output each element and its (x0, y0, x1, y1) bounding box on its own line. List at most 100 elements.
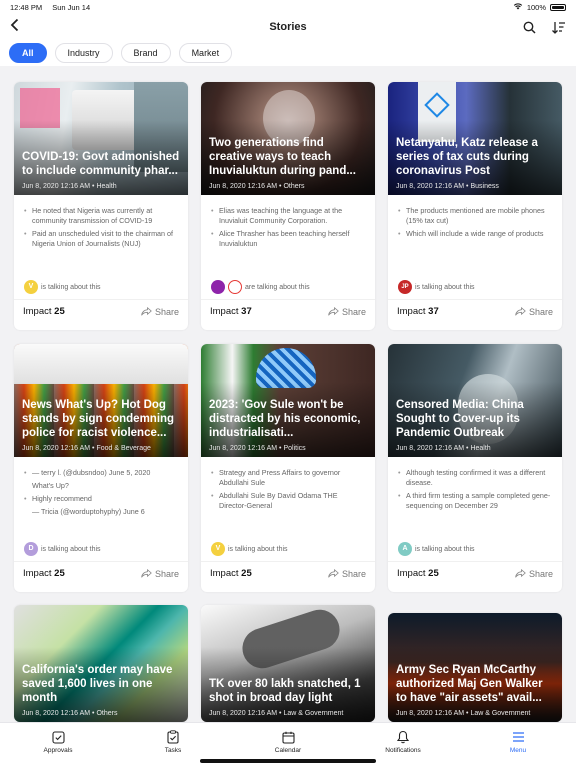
talking-row: A is talking about this (388, 537, 562, 561)
share-button[interactable]: Share (141, 569, 179, 579)
story-card[interactable]: 2023: 'Gov Sule won't be distracted by h… (201, 344, 375, 592)
tab-label: Approvals (43, 747, 73, 754)
story-headline: COVID-19: Govt admonished to include com… (22, 151, 180, 177)
story-meta: Jun 8, 2020 12:16 AM • Health (22, 183, 117, 190)
tab-notifications[interactable]: Notifications (373, 729, 433, 754)
story-bullet: What's Up? (32, 481, 69, 490)
impact-value: 25 (54, 306, 65, 317)
battery-percent: 100% (526, 2, 546, 12)
search-button[interactable] (520, 18, 538, 36)
story-bullet: He noted that Nigeria was currently at c… (24, 206, 178, 226)
impact-value: 25 (428, 568, 439, 579)
impact-label: Impact (210, 568, 239, 579)
story-meta: Jun 8, 2020 12:16 AM • Health (396, 445, 491, 452)
filter-chip-industry[interactable]: Industry (54, 43, 113, 63)
impact-label: Impact (23, 568, 52, 579)
story-headline: Censored Media: China Sought to Cover-up… (396, 399, 524, 439)
story-image: California's order may have saved 1,600 … (14, 605, 188, 722)
filter-chip-market[interactable]: Market (178, 43, 233, 63)
tab-label: Notifications (385, 747, 421, 754)
tab-menu[interactable]: Menu (488, 729, 548, 754)
approvals-icon (28, 729, 88, 745)
filter-chip-all[interactable]: All (9, 43, 47, 63)
share-label: Share (528, 306, 553, 317)
chevron-left-icon (10, 18, 19, 32)
story-headline: TK over 80 lakh snatched, 1 shot in broa… (209, 678, 361, 704)
card-footer: Impact 25 Share (388, 561, 562, 585)
impact-label: Impact (397, 568, 426, 579)
sort-button[interactable] (550, 18, 568, 36)
story-bullet: A third firm testing a sample completed … (398, 491, 552, 511)
story-headline: Two generations find creative ways to te… (209, 137, 356, 177)
bell-icon (373, 729, 433, 745)
talking-row: V is talking about this (14, 275, 188, 299)
status-right: 100% (513, 2, 566, 12)
story-card[interactable]: Two generations find creative ways to te… (201, 82, 375, 330)
story-card[interactable]: Army Sec Ryan McCarthy authorized Maj Ge… (388, 613, 562, 722)
talking-text: are talking about this (245, 283, 310, 291)
tab-tasks[interactable]: Tasks (143, 729, 203, 754)
story-headline: Army Sec Ryan McCarthy authorized Maj Ge… (396, 664, 543, 704)
talking-row: JP is talking about this (388, 275, 562, 299)
story-card[interactable]: California's order may have saved 1,600 … (14, 605, 188, 722)
story-card[interactable]: TK over 80 lakh snatched, 1 shot in broa… (201, 605, 375, 722)
impact-value: 25 (241, 568, 252, 579)
story-image: News What's Up? Hot Dog stands by sign c… (14, 344, 188, 457)
story-headline: News What's Up? Hot Dog stands by sign c… (22, 399, 175, 439)
story-meta: Jun 8, 2020 12:16 AM • Business (396, 183, 499, 190)
filter-bar: All Industry Brand Market (0, 40, 576, 66)
story-headline: Netanyahu, Katz release a series of tax … (396, 137, 538, 177)
tab-calendar[interactable]: Calendar (258, 729, 318, 754)
story-meta: Jun 8, 2020 12:16 AM • Law & Government (209, 710, 344, 717)
share-icon (515, 307, 526, 316)
share-label: Share (528, 568, 553, 579)
avatar: V (211, 542, 225, 556)
story-bullet: Strategy and Press Affairs to governor A… (211, 468, 365, 488)
story-image: Netanyahu, Katz release a series of tax … (388, 82, 562, 195)
share-button[interactable]: Share (328, 569, 366, 579)
story-bullet: Elias was teaching the language at the I… (211, 206, 365, 226)
story-bullet: Abdullahi Sule By David Odama THE Direct… (211, 491, 365, 511)
story-meta: Jun 8, 2020 12:16 AM • Politics (209, 445, 306, 452)
story-image: Army Sec Ryan McCarthy authorized Maj Ge… (388, 613, 562, 722)
story-bullet: Highly recommend (24, 494, 178, 504)
share-label: Share (341, 306, 366, 317)
story-card[interactable]: News What's Up? Hot Dog stands by sign c… (14, 344, 188, 592)
status-time: 12:48 PM (10, 2, 43, 12)
share-icon (328, 569, 339, 578)
story-image: TK over 80 lakh snatched, 1 shot in broa… (201, 605, 375, 722)
sort-icon (552, 21, 565, 34)
share-button[interactable]: Share (515, 569, 553, 579)
share-icon (328, 307, 339, 316)
nav-bar: Stories (0, 14, 576, 40)
avatar: D (24, 542, 38, 556)
impact-score: Impact 37 (210, 306, 252, 317)
story-image: Censored Media: China Sought to Cover-up… (388, 344, 562, 457)
talking-text: is talking about this (415, 545, 475, 553)
tab-label: Menu (509, 747, 527, 754)
card-footer: Impact 25 Share (14, 561, 188, 585)
filter-chip-brand[interactable]: Brand (120, 43, 171, 63)
back-button[interactable] (6, 18, 24, 36)
story-card[interactable]: Netanyahu, Katz release a series of tax … (388, 82, 562, 330)
story-bullet: — Tricia (@worduptohyphy) June 6 (32, 507, 145, 516)
status-bar: 12:48 PM Sun Jun 14 100% (0, 0, 576, 14)
home-indicator (200, 759, 376, 763)
impact-score: Impact 25 (23, 568, 65, 579)
story-card[interactable]: COVID-19: Govt admonished to include com… (14, 82, 188, 330)
share-button[interactable]: Share (515, 307, 553, 317)
tab-approvals[interactable]: Approvals (28, 729, 88, 754)
share-button[interactable]: Share (141, 307, 179, 317)
story-meta: Jun 8, 2020 12:16 AM • Law & Government (396, 710, 531, 717)
card-footer: Impact 37 Share (201, 299, 375, 323)
page-title: Stories (269, 21, 307, 33)
share-button[interactable]: Share (328, 307, 366, 317)
avatar (211, 280, 225, 294)
talking-text: is talking about this (415, 283, 475, 291)
story-card[interactable]: Censored Media: China Sought to Cover-up… (388, 344, 562, 592)
card-footer: Impact 25 Share (201, 561, 375, 585)
impact-score: Impact 25 (210, 568, 252, 579)
avatar: A (398, 542, 412, 556)
share-icon (515, 569, 526, 578)
story-headline: California's order may have saved 1,600 … (22, 664, 173, 704)
